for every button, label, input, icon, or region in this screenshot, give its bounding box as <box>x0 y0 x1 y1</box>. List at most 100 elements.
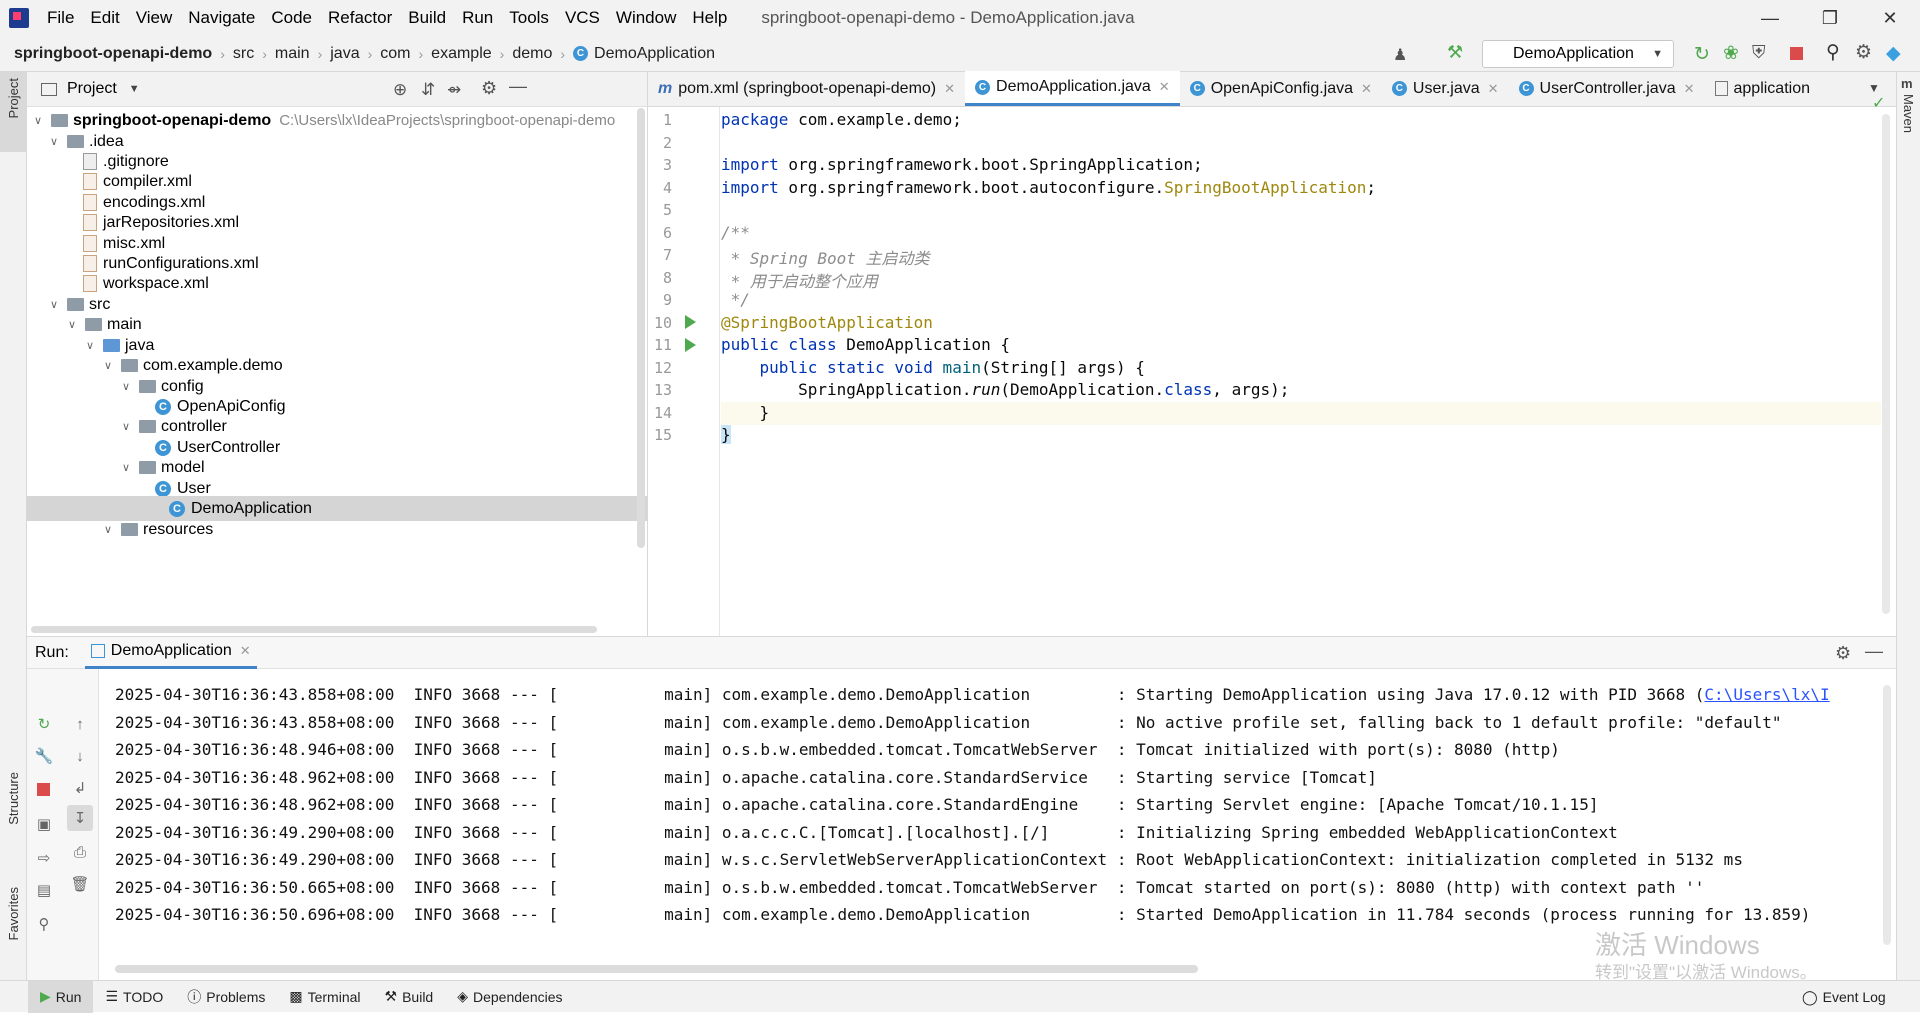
locate-icon[interactable]: ⊕ <box>393 80 407 100</box>
hide-panel-icon[interactable]: — <box>1865 641 1883 662</box>
bottom-tab-todo[interactable]: ☰ TODO <box>93 988 175 1005</box>
debug-icon[interactable]: ❀ <box>1723 42 1739 65</box>
bottom-tab-dependencies[interactable]: ◈ Dependencies <box>445 988 574 1005</box>
close-icon[interactable]: ✕ <box>944 81 955 97</box>
run-config-select[interactable]: DemoApplication ▼ <box>1482 40 1674 68</box>
menu-build[interactable]: Build <box>400 8 454 28</box>
coverage-icon[interactable]: ⛨ <box>1752 42 1766 63</box>
restore-button[interactable]: ❐ <box>1800 0 1860 36</box>
stop-icon[interactable] <box>1790 47 1803 60</box>
up-arrow-icon[interactable]: ↑ <box>71 715 89 733</box>
crumb-src[interactable]: src <box>233 45 254 63</box>
menu-run[interactable]: Run <box>454 8 501 28</box>
run-gutter-icon[interactable] <box>685 315 696 329</box>
close-icon[interactable]: ✕ <box>240 643 251 659</box>
menu-navigate[interactable]: Navigate <box>180 8 263 28</box>
vertical-scrollbar[interactable] <box>637 108 645 548</box>
tab-openapiconfig-java[interactable]: C OpenApiConfig.java ✕ <box>1180 71 1382 106</box>
trash-icon[interactable]: 🗑 <box>70 875 89 893</box>
chevron-down-icon[interactable]: ∨ <box>119 380 133 393</box>
rerun-icon[interactable]: ↻ <box>35 715 53 733</box>
console-output[interactable]: 2025-04-30T16:36:43.858+08:00 INFO 3668 … <box>115 685 1895 955</box>
menu-edit[interactable]: Edit <box>82 8 127 28</box>
menu-window[interactable]: Window <box>608 8 684 28</box>
exit-icon[interactable]: ⇨ <box>35 849 53 867</box>
crumb-example[interactable]: example <box>431 45 491 63</box>
search-icon[interactable]: ⚲ <box>1826 41 1840 64</box>
run-gutter-icon[interactable] <box>685 338 696 352</box>
structure-tool-label[interactable]: Structure <box>6 772 21 825</box>
rerun-icon[interactable]: ↻ <box>1694 43 1710 66</box>
bottom-tab-terminal[interactable]: ▩ Terminal <box>277 988 372 1005</box>
wrench-icon[interactable]: 🔧 <box>35 747 54 765</box>
crumb-project[interactable]: springboot-openapi-demo <box>14 45 212 63</box>
menu-view[interactable]: View <box>128 8 181 28</box>
menu-vcs[interactable]: VCS <box>557 8 608 28</box>
toolbox-icon[interactable]: ◆ <box>1886 42 1901 65</box>
user-icon[interactable]: ♟ <box>1393 45 1415 64</box>
camera-icon[interactable]: ▣ <box>35 815 53 833</box>
console-vertical-scrollbar[interactable] <box>1883 685 1891 945</box>
bottom-tab-problems[interactable]: ⓘ Problems <box>175 987 277 1007</box>
crumb-demoapplication[interactable]: DemoApplication <box>594 45 715 63</box>
build-hammer-icon[interactable]: ⚒ <box>1447 42 1469 64</box>
close-icon[interactable]: ✕ <box>1361 81 1372 97</box>
bottom-tab-run[interactable]: ▶ Run <box>28 980 94 1013</box>
tab-usercontroller-java[interactable]: C UserController.java ✕ <box>1509 71 1705 106</box>
menu-refactor[interactable]: Refactor <box>320 8 400 28</box>
no-problems-check-icon[interactable]: ✓ <box>1872 93 1885 113</box>
crumb-demo[interactable]: demo <box>512 45 552 63</box>
chevron-down-icon[interactable]: ∨ <box>31 114 45 127</box>
chevron-down-icon[interactable]: ∨ <box>119 461 133 474</box>
tree-item-resources[interactable]: ∨ resources <box>101 517 213 542</box>
project-tool-tab[interactable]: Project <box>0 72 27 152</box>
down-arrow-icon[interactable]: ↓ <box>71 747 89 765</box>
event-log-button[interactable]: ◯ Event Log <box>1790 981 1898 1013</box>
gear-icon[interactable]: ⚙ <box>1855 41 1872 64</box>
project-panel-title[interactable]: Project <box>67 80 117 98</box>
run-tab-demoapplication[interactable]: DemoApplication ✕ <box>84 637 257 669</box>
gear-icon[interactable]: ⚙ <box>1835 643 1851 664</box>
minimize-button[interactable]: — <box>1740 0 1800 36</box>
horizontal-scrollbar[interactable] <box>31 626 597 633</box>
menu-help[interactable]: Help <box>684 8 735 28</box>
stop-icon[interactable] <box>37 783 50 796</box>
crumb-com[interactable]: com <box>380 45 410 63</box>
log-path-link[interactable]: C:\Users\lx\I <box>1704 685 1829 704</box>
tab-application[interactable]: application <box>1705 71 1821 106</box>
maven-tool-label[interactable]: Maven <box>1901 94 1916 133</box>
tab-user-java[interactable]: C User.java ✕ <box>1382 71 1509 106</box>
scroll-to-end-icon[interactable]: ↧ <box>67 805 93 831</box>
chevron-down-icon[interactable]: ∨ <box>65 318 79 331</box>
menu-code[interactable]: Code <box>263 8 320 28</box>
tab-demoapplication-java[interactable]: C DemoApplication.java ✕ <box>965 71 1180 106</box>
chevron-down-icon[interactable]: ∨ <box>47 135 61 148</box>
favorites-tool-label[interactable]: Favorites <box>6 887 21 940</box>
crumb-main[interactable]: main <box>275 45 310 63</box>
menu-file[interactable]: File <box>39 8 82 28</box>
chevron-down-icon[interactable]: ∨ <box>119 420 133 433</box>
collapse-all-icon[interactable]: ⇴ <box>447 80 461 100</box>
tab-pom-xml[interactable]: m pom.xml (springboot-openapi-demo) ✕ <box>648 71 965 106</box>
pin-icon[interactable]: ⚲ <box>35 915 53 933</box>
chevron-down-icon[interactable]: ∨ <box>101 523 115 536</box>
menu-tools[interactable]: Tools <box>501 8 557 28</box>
console-horizontal-scrollbar[interactable] <box>115 965 1198 973</box>
expand-all-icon[interactable]: ⇵ <box>421 80 435 100</box>
editor-scrollbar[interactable] <box>1882 114 1890 614</box>
chevron-down-icon[interactable]: ▼ <box>129 83 140 95</box>
layout-icon[interactable]: ▤ <box>35 881 53 899</box>
bottom-tab-build[interactable]: ⚒ Build <box>373 988 446 1005</box>
close-window-button[interactable]: ✕ <box>1860 0 1920 36</box>
chevron-down-icon[interactable]: ∨ <box>47 298 61 311</box>
soft-wrap-icon[interactable]: ↲ <box>71 779 89 797</box>
close-icon[interactable]: ✕ <box>1488 81 1499 97</box>
crumb-java[interactable]: java <box>330 45 359 63</box>
close-icon[interactable]: ✕ <box>1159 79 1170 95</box>
print-icon[interactable]: ⎙ <box>71 843 89 861</box>
gear-icon[interactable]: ⚙ <box>481 78 497 99</box>
hide-panel-icon[interactable]: — <box>509 76 527 97</box>
close-icon[interactable]: ✕ <box>1684 81 1695 97</box>
chevron-down-icon[interactable]: ∨ <box>101 359 115 372</box>
code-area[interactable]: package com.example.demo; import org.spr… <box>721 107 1896 636</box>
